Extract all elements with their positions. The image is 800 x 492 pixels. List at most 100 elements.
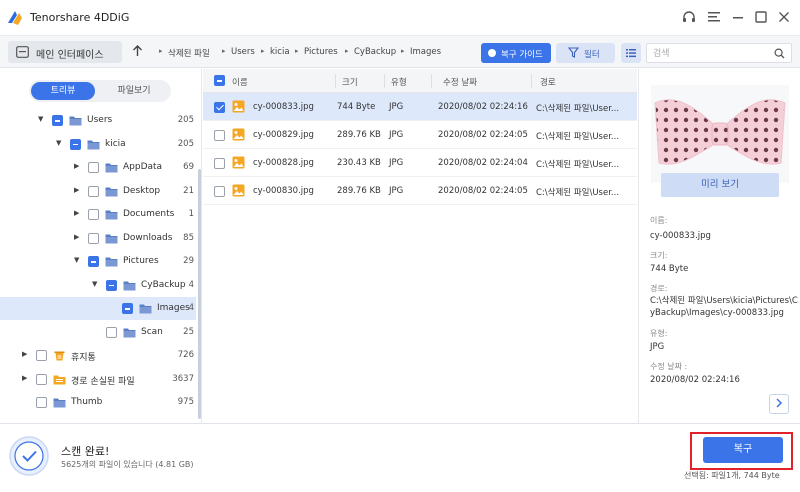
next-button[interactable] [769, 394, 789, 414]
select-all-checkbox[interactable] [214, 75, 225, 86]
tree-item[interactable]: ▼ kicia 205 [0, 133, 196, 156]
expand-arrow-icon[interactable]: ▶ [74, 162, 79, 170]
file-type: JPG [389, 102, 404, 112]
tab-tree-view[interactable]: 트리뷰 [31, 82, 95, 100]
file-row[interactable]: cy-000828.jpg 230.43 KB JPG 2020/08/02 02:2… [203, 149, 637, 177]
tree-item[interactable]: ▼ Users 205 [0, 109, 196, 132]
tree-item[interactable]: ▶ Desktop 21 [0, 180, 196, 203]
tree-checkbox[interactable] [106, 279, 117, 291]
tree-checkbox[interactable] [36, 350, 47, 361]
breadcrumb-item[interactable]: Pictures [304, 47, 338, 57]
maximize-icon[interactable] [753, 10, 769, 26]
tree-item[interactable]: ▶ 경로 손실된 파일 3637 [0, 368, 196, 391]
tree-item-count: 975 [177, 397, 194, 407]
breadcrumb-item[interactable]: Images [410, 47, 441, 57]
column-name[interactable]: 이름 [232, 76, 248, 88]
column-type[interactable]: 유형 [391, 76, 407, 88]
collapse-arrow-icon[interactable]: ▼ [92, 280, 97, 288]
file-checkbox[interactable] [214, 130, 225, 141]
search-box[interactable] [646, 43, 792, 63]
folder-icon [105, 234, 118, 243]
column-divider[interactable] [384, 74, 385, 88]
tree-checkbox[interactable] [88, 209, 99, 220]
file-list-panel: 이름 크기 유형 수정 날짜 경로 cy-000833.jpg 744 Byte J… [203, 69, 637, 423]
tree-item[interactable]: ▶ Downloads 85 [0, 227, 196, 250]
file-checkbox[interactable] [214, 158, 225, 169]
tree-item-count: 69 [183, 162, 194, 172]
breadcrumb-item[interactable]: kicia [270, 47, 290, 57]
menu-icon[interactable] [706, 10, 722, 26]
column-modified[interactable]: 수정 날짜 [443, 76, 477, 88]
scan-summary: 5625개의 파일이 있습니다 (4.81 GB) [61, 460, 194, 469]
preview-image [651, 85, 789, 183]
tree-item[interactable]: Images 4 [0, 297, 196, 320]
tree-item[interactable]: ▼ Pictures 29 [0, 250, 196, 273]
expand-arrow-icon[interactable]: ▶ [74, 186, 79, 194]
file-row[interactable]: cy-000833.jpg 744 Byte JPG 2020/08/02 02:24… [203, 93, 637, 121]
preview-button[interactable]: 미리 보기 [661, 173, 779, 197]
file-row[interactable]: cy-000829.jpg 289.76 KB JPG 2020/08/02 02:2… [203, 121, 637, 149]
meta-path-label: 경로: [650, 284, 668, 293]
tree-item[interactable]: Thumb 975 [0, 391, 196, 414]
sidebar-scrollbar[interactable] [198, 169, 201, 419]
tab-file-view[interactable]: 파일보기 [101, 82, 167, 100]
tree-checkbox[interactable] [88, 232, 99, 244]
breadcrumb-item[interactable]: Users [231, 47, 255, 57]
file-modified: 2020/08/02 02:24:05 [438, 186, 528, 196]
breadcrumb-item[interactable]: 삭제된 파일 [168, 47, 210, 59]
recover-guide-button[interactable]: 복구 가이드 [481, 43, 551, 63]
tree-item[interactable]: ▶ AppData 69 [0, 156, 196, 179]
folder-tree-panel: 트리뷰 파일보기 ▼ Users 205 ▼ kicia 205 ▶ AppData 69 ▶ De… [0, 69, 202, 423]
tree-item[interactable]: ▼ CyBackup 4 [0, 274, 196, 297]
file-checkbox[interactable] [214, 186, 225, 197]
minimize-icon[interactable] [730, 10, 746, 26]
file-row[interactable]: cy-000830.jpg 289.76 KB JPG 2020/08/02 02:2… [203, 177, 637, 205]
tree-checkbox[interactable] [106, 326, 117, 338]
scan-status: 스캔 완료! [61, 445, 110, 458]
tree-item[interactable]: ▶ Documents 1 [0, 203, 196, 226]
recycle-bin-icon [54, 351, 65, 361]
home-button[interactable]: 메인 인터페이스 [8, 41, 122, 63]
folder-icon [123, 328, 136, 337]
tree-item-label: 경로 손실된 파일 [71, 376, 135, 387]
collapse-arrow-icon[interactable]: ▼ [74, 256, 79, 264]
expand-arrow-icon[interactable]: ▶ [74, 209, 79, 217]
tree-checkbox[interactable] [70, 138, 81, 150]
tree-checkbox[interactable] [88, 185, 99, 197]
tree-item-label: Pictures [123, 256, 159, 266]
tree-checkbox[interactable] [88, 256, 99, 267]
search-icon[interactable] [774, 48, 785, 59]
column-divider[interactable] [531, 74, 532, 88]
up-arrow-icon[interactable] [132, 45, 143, 61]
collapse-arrow-icon[interactable]: ▼ [56, 139, 61, 147]
tree-item[interactable]: Scan 25 [0, 321, 196, 344]
close-icon[interactable] [776, 10, 792, 26]
tree-checkbox[interactable] [88, 162, 99, 173]
breadcrumb-separator-icon: ▸ [261, 47, 265, 55]
file-modified: 2020/08/02 02:24:16 [438, 102, 528, 112]
recover-guide-label: 복구 가이드 [501, 50, 543, 60]
app-title: Tenorshare 4DDiG [30, 11, 130, 24]
tree-item[interactable]: ▶ 휴지통 726 [0, 344, 196, 367]
folder-icon [105, 163, 118, 173]
support-icon[interactable] [681, 10, 697, 26]
tree-checkbox[interactable] [36, 397, 47, 408]
column-path[interactable]: 경로 [540, 76, 556, 88]
expand-arrow-icon[interactable]: ▶ [22, 350, 27, 358]
tree-checkbox[interactable] [52, 115, 63, 126]
collapse-arrow-icon[interactable]: ▼ [38, 115, 43, 123]
column-divider[interactable] [335, 74, 336, 88]
tree-checkbox[interactable] [36, 373, 47, 385]
breadcrumb-item[interactable]: CyBackup [354, 47, 396, 57]
expand-arrow-icon[interactable]: ▶ [22, 374, 27, 382]
file-checkbox[interactable] [214, 102, 225, 113]
list-view-button[interactable] [621, 43, 641, 63]
title-bar: Tenorshare 4DDiG [0, 0, 800, 36]
expand-arrow-icon[interactable]: ▶ [74, 233, 79, 241]
column-size[interactable]: 크기 [342, 76, 358, 88]
column-divider[interactable] [431, 74, 432, 88]
file-name: cy-000833.jpg [253, 102, 314, 112]
tree-checkbox[interactable] [122, 303, 133, 314]
search-input[interactable] [653, 47, 763, 60]
filter-button[interactable]: 필터 [556, 43, 615, 63]
